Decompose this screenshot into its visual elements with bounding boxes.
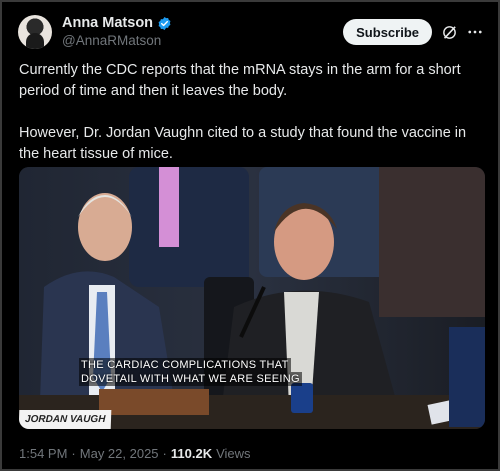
caption-line: THE CARDIAC COMPLICATIONS THAT — [79, 358, 291, 372]
views-count[interactable]: 110.2K — [171, 446, 212, 461]
post-video[interactable]: THE CARDIAC COMPLICATIONS THAT DOVETAIL … — [19, 167, 485, 429]
avatar[interactable] — [18, 15, 52, 49]
video-frame — [19, 167, 485, 429]
author-block[interactable]: Anna Matson @AnnaRMatson — [62, 14, 172, 50]
meta-separator: · — [162, 446, 167, 461]
meta-separator: · — [71, 446, 76, 461]
grok-icon[interactable] — [440, 23, 458, 41]
post-paragraph: Currently the CDC reports that the mRNA … — [19, 62, 461, 99]
speaker-nameplate: JORDAN VAUGH — [19, 410, 112, 429]
post-card: Anna Matson @AnnaRMatson Subscribe Curre… — [0, 0, 500, 471]
post-time[interactable]: 1:54 PM — [19, 446, 67, 461]
video-caption: THE CARDIAC COMPLICATIONS THAT DOVETAIL … — [79, 358, 309, 386]
author-name[interactable]: Anna Matson — [62, 14, 172, 32]
author-handle[interactable]: @AnnaRMatson — [62, 32, 172, 50]
verified-badge-icon — [158, 16, 171, 30]
header-actions: Subscribe — [343, 19, 484, 45]
views-label: Views — [216, 446, 251, 461]
post-header: Anna Matson @AnnaRMatson Subscribe — [18, 12, 484, 52]
author-display-name[interactable]: Anna Matson — [62, 14, 153, 32]
post-text: Currently the CDC reports that the mRNA … — [19, 60, 487, 165]
post-date[interactable]: May 22, 2025 — [80, 446, 159, 461]
post-paragraph: However, Dr. Jordan Vaughn cited to a st… — [19, 125, 467, 162]
subscribe-button[interactable]: Subscribe — [343, 19, 432, 45]
caption-line: DOVETAIL WITH WHAT WE ARE SEEING — [79, 372, 302, 386]
more-icon[interactable] — [466, 23, 484, 41]
post-meta: 1:54 PM · May 22, 2025 · 110.2K Views — [19, 446, 251, 461]
